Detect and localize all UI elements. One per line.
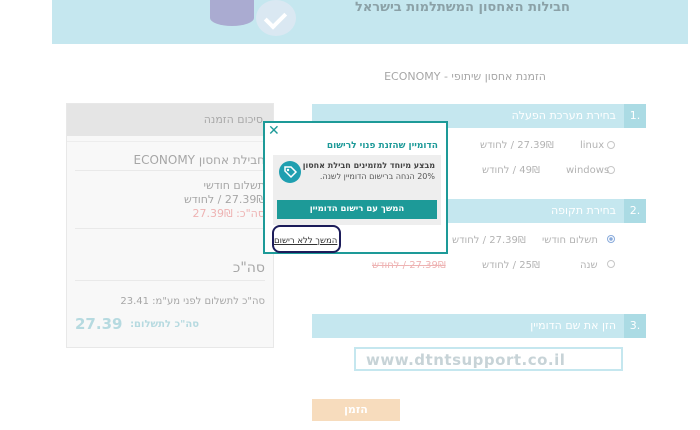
price-tag-icon — [279, 161, 301, 183]
continue-with-registration-button[interactable]: המשך עם רישום הדומיין — [277, 200, 437, 219]
close-icon[interactable]: ✕ — [268, 123, 280, 139]
promo-title: מבצע מיוחד למזמינים חבילת אחסון — [302, 161, 435, 170]
modal-title: הדומיין שהזנת פנוי לרישום — [326, 141, 438, 151]
highlight-annotation — [272, 225, 341, 253]
promo-box: מבצע מיוחד למזמינים חבילת אחסון 20% הנחה… — [273, 155, 441, 225]
promo-text: 20% הנחה ברישום הדומיין לשנה. — [319, 172, 435, 181]
